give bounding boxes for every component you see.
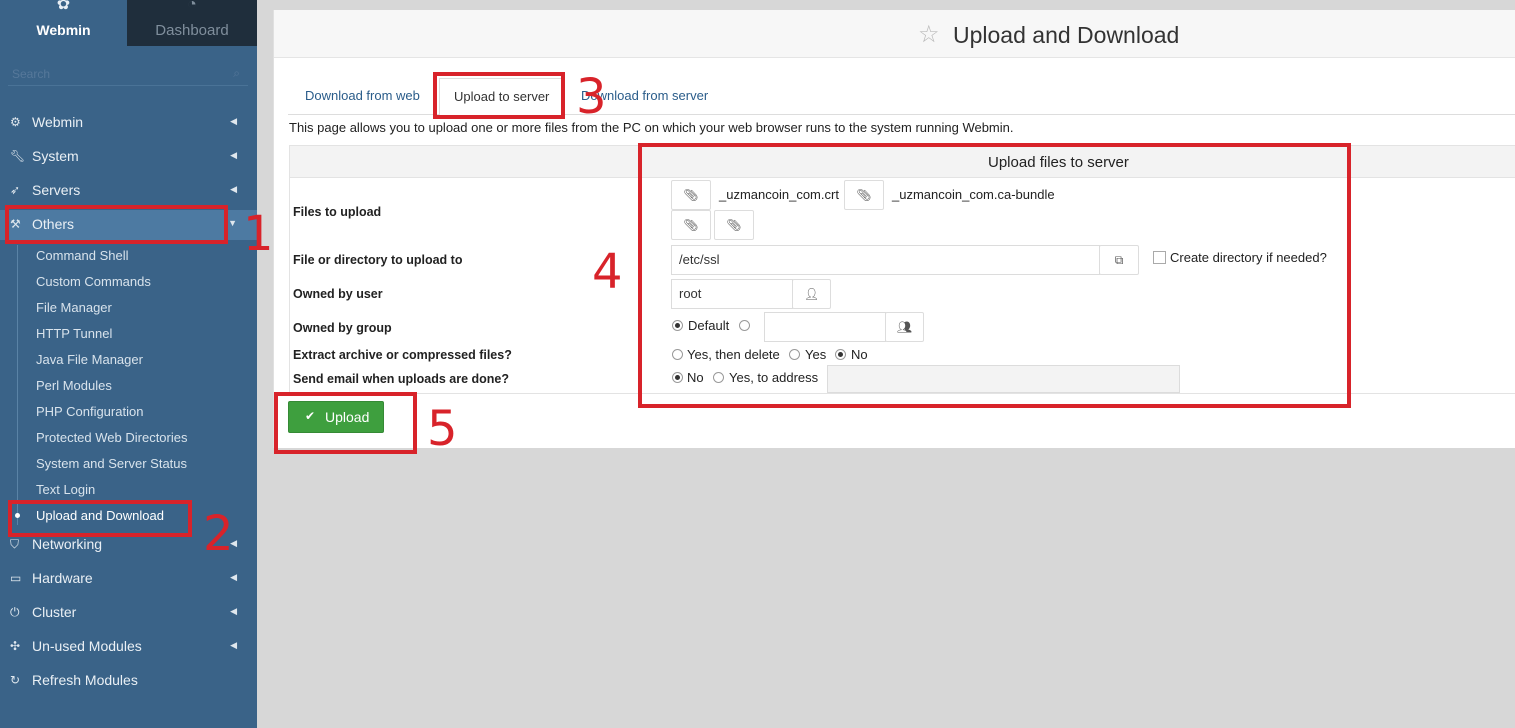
caret-left-icon: ◀ [230,150,237,160]
puzzle-icon: ✣ [10,639,21,653]
search-input[interactable]: Search [12,67,50,81]
sidebar-item-label: Hardware [32,570,93,586]
group-label: Owned by group [293,321,392,335]
sidebar-subitem-system-server-status[interactable]: System and Server Status [36,456,187,471]
annotation-number-1: 1 [243,206,274,262]
sidebar-item-refresh-modules[interactable]: ↻ Refresh Modules [0,666,257,696]
sidebar-subitem-perl-modules[interactable]: Perl Modules [36,378,112,393]
sidebar: ✿ Webmin ◔ Dashboard Search ⌕ ⚙ Webmin ◀… [0,0,257,728]
sidebar-item-unused-modules[interactable]: ✣ Un-used Modules ◀ [0,632,257,662]
sidebar-item-label: Cluster [32,604,77,620]
sidebar-subitem-command-shell[interactable]: Command Shell [36,248,129,263]
refresh-icon: ↻ [10,673,21,687]
annotation-number-4: 4 [592,244,623,300]
page-description: This page allows you to upload one or mo… [289,120,1014,135]
annotation-box-1 [5,205,228,244]
tab-download-from-web[interactable]: Download from web [291,78,434,115]
annotation-box-2 [8,500,192,537]
sidebar-subitem-custom-commands[interactable]: Custom Commands [36,274,151,289]
page-title: Upload and Download [953,22,1180,48]
sidebar-item-system[interactable]: 🔧︎ System ◀ [0,142,257,172]
sidebar-subitem-file-manager[interactable]: File Manager [36,300,112,315]
caret-down-icon: ▼ [228,218,237,228]
sidebar-item-label: Refresh Modules [32,672,138,688]
gauge-icon: ◔ [187,0,197,13]
annotation-box-3 [433,72,565,119]
sidebar-item-servers[interactable]: ➶ Servers ◀ [0,176,257,206]
caret-left-icon: ◀ [230,606,237,616]
annotation-number-3: 3 [576,69,607,125]
webmin-home-tab[interactable]: ✿ Webmin [0,0,127,46]
dashboard-label: Dashboard [155,22,229,39]
title-bar: ☆ Upload and Download [274,10,1515,58]
sidebar-search[interactable]: Search ⌕ [8,62,248,86]
power-icon: ⏻ [10,605,20,619]
annotation-box-5 [274,392,417,454]
extract-label: Extract archive or compressed files? [293,348,512,362]
annotation-number-5: 5 [427,401,458,457]
webmin-home-label: Webmin [36,22,91,38]
sidebar-item-label: Webmin [32,114,84,130]
annotation-box-4 [638,143,1351,408]
wrench-icon: 🔧︎ [10,149,26,163]
caret-left-icon: ◀ [230,640,237,650]
gear-icon: ⚙ [10,115,21,129]
sidebar-subitem-text-login[interactable]: Text Login [36,482,95,497]
caret-left-icon: ◀ [230,184,237,194]
user-label: Owned by user [293,287,383,301]
sidebar-item-label: System [32,148,79,164]
sidebar-subitem-protected-web-directories[interactable]: Protected Web Directories [36,430,188,445]
sidebar-item-cluster[interactable]: ⏻ Cluster ◀ [0,598,257,628]
sidebar-subitem-java-file-manager[interactable]: Java File Manager [36,352,143,367]
email-label: Send email when uploads are done? [293,372,510,386]
files-label: Files to upload [293,205,382,219]
search-icon[interactable]: ⌕ [233,66,240,81]
caret-left-icon: ◀ [230,116,237,126]
sidebar-item-webmin[interactable]: ⚙ Webmin ◀ [0,108,257,138]
webmin-logo-icon: ✿ [56,0,71,13]
submenu-line [17,245,18,525]
drive-icon: ▭ [10,571,22,585]
sidebar-item-label: Servers [32,182,81,198]
sidebar-item-label: Un-used Modules [32,638,142,654]
dest-label: File or directory to upload to [293,253,463,267]
star-icon[interactable]: ☆ [918,20,940,49]
sidebar-item-label: Networking [32,536,103,552]
sidebar-item-hardware[interactable]: ▭ Hardware ◀ [0,564,257,594]
annotation-number-2: 2 [203,506,234,562]
dashboard-tab[interactable]: ◔ Dashboard [127,0,257,46]
caret-left-icon: ◀ [230,572,237,582]
sidebar-subitem-http-tunnel[interactable]: HTTP Tunnel [36,326,112,341]
sidebar-subitem-php-configuration[interactable]: PHP Configuration [36,404,143,419]
sidebar-topbar: ✿ Webmin ◔ Dashboard [0,0,257,46]
shield-icon: ⛉ [10,537,20,551]
rocket-icon: ➶ [10,183,21,197]
